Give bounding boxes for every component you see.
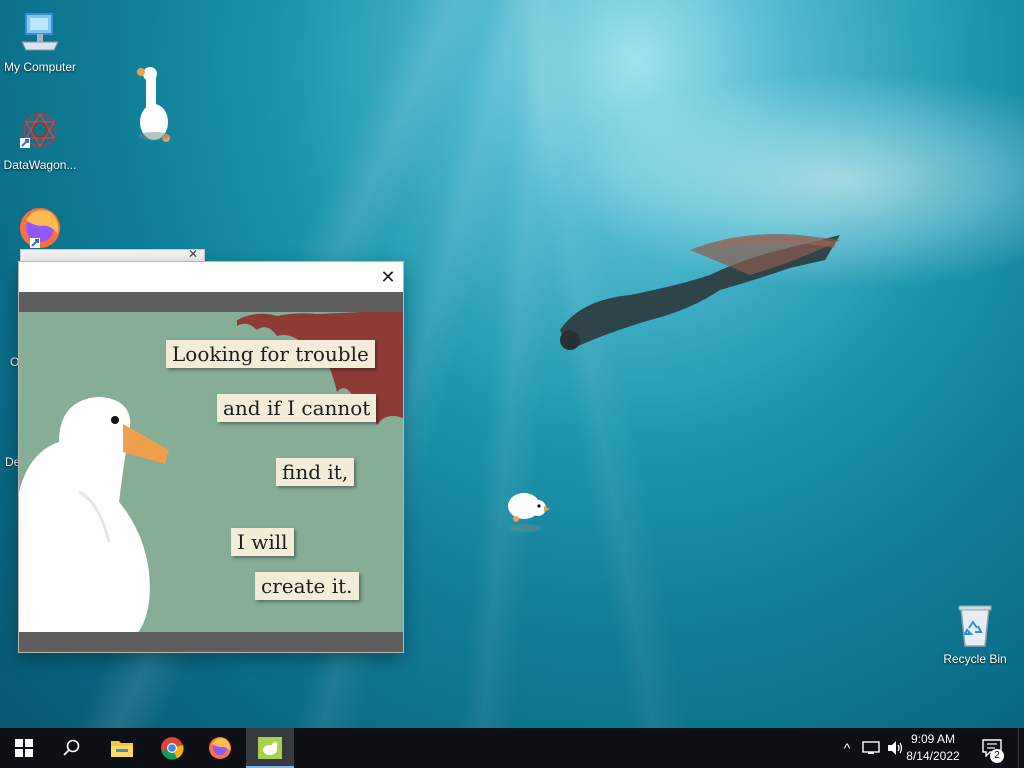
network-icon [862,741,880,754]
windows-logo-icon [15,739,33,757]
notification-count-badge: 2 [990,749,1004,763]
goose-app-icon [258,737,282,759]
file-explorer-icon [111,741,133,757]
firefox-icon [16,204,64,252]
tray-overflow-chevron[interactable]: ^ [838,728,856,768]
goose-poster: Looking for trouble and if I cannot find… [19,312,403,632]
desktop-icon-label-partial: O [10,355,20,369]
poster-text-line: and if I cannot [217,394,377,422]
poster-text-line: create it. [255,572,359,600]
desktop-goose-sprite[interactable] [502,484,554,536]
taskbar-file-explorer[interactable] [98,728,146,768]
desktop-icon-label: Recycle Bin [943,652,1007,666]
taskbar-clock[interactable]: 9:09 AM 8/14/2022 [894,731,972,765]
desktop-icon-datawagon[interactable]: DataWagon... [0,108,80,172]
desktop-icon-label: DataWagon... [3,158,77,172]
computer-icon [16,10,64,58]
recycle-bin-icon [951,602,999,650]
taskbar-goose-app[interactable] [246,728,294,768]
poster-text-line: I will [231,528,294,556]
taskbar: ^ 9:09 AM 8/14/2022 2 [0,728,1024,768]
wallpaper-diver [560,234,840,350]
window-titlebar[interactable]: ✕ [19,262,403,292]
start-button[interactable] [0,728,48,768]
action-center-button[interactable]: 2 [976,728,1008,768]
desktop-icon-recycle-bin[interactable]: Recycle Bin [935,602,1015,666]
desktop-icon-label: My Computer [3,60,77,74]
clock-time: 9:09 AM [910,732,956,746]
firefox-icon [209,737,231,759]
taskbar-chrome[interactable] [148,728,196,768]
search-icon [63,739,80,756]
goose-image-window: ✕ Looking for trouble and if I cannot fi… [19,262,403,652]
poster-goose [19,397,169,632]
clock-date: 8/14/2022 [906,749,960,763]
image-viewport: Looking for trouble and if I cannot find… [19,292,403,652]
desktop-icon-firefox[interactable] [0,204,80,254]
desktop-icon-my-computer[interactable]: My Computer [0,10,80,74]
search-button[interactable] [48,728,96,768]
desktop-goose-sprite[interactable] [130,64,178,146]
poster-text-line: find it, [276,458,355,486]
close-button[interactable]: ✕ [373,262,403,292]
tray-network[interactable] [860,728,882,768]
show-desktop-button[interactable] [1018,728,1024,768]
poster-text-line: Looking for trouble [166,340,375,368]
close-icon[interactable]: ✕ [188,247,198,261]
chrome-icon [161,737,184,760]
taskbar-firefox[interactable] [196,728,244,768]
datawagon-icon [16,108,64,156]
chevron-up-icon: ^ [843,740,851,756]
close-icon: ✕ [380,266,396,287]
